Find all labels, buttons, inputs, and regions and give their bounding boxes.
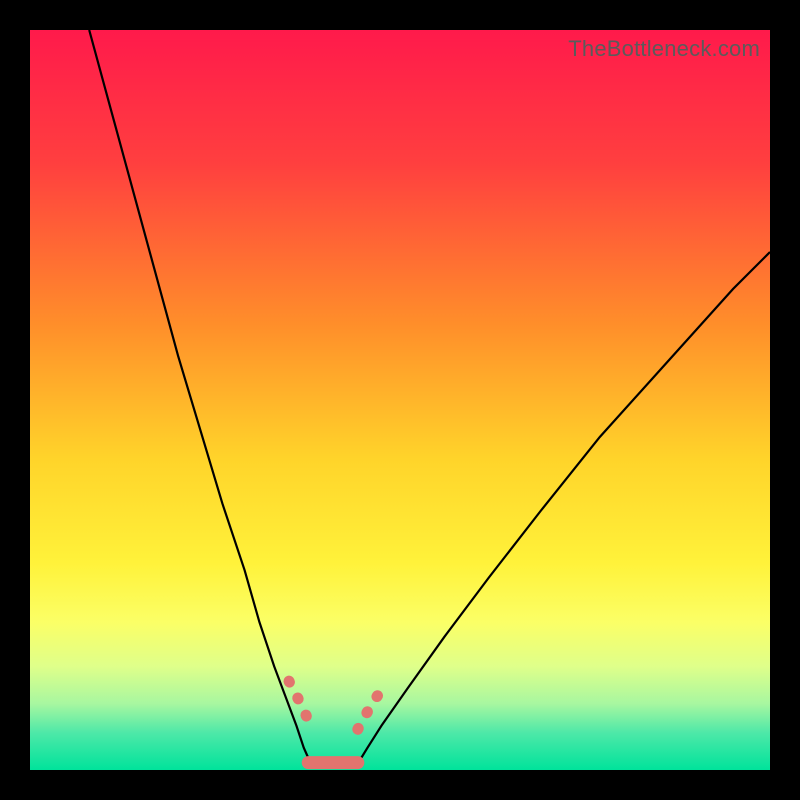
series-right-branch bbox=[359, 252, 770, 761]
watermark-text: TheBottleneck.com bbox=[568, 36, 760, 62]
chart-frame: TheBottleneck.com bbox=[0, 0, 800, 800]
series-beads-right bbox=[358, 689, 382, 730]
series-left-branch bbox=[89, 30, 310, 761]
plot-area: TheBottleneck.com bbox=[30, 30, 770, 770]
series-beads-left bbox=[289, 681, 310, 726]
curves-layer bbox=[30, 30, 770, 770]
